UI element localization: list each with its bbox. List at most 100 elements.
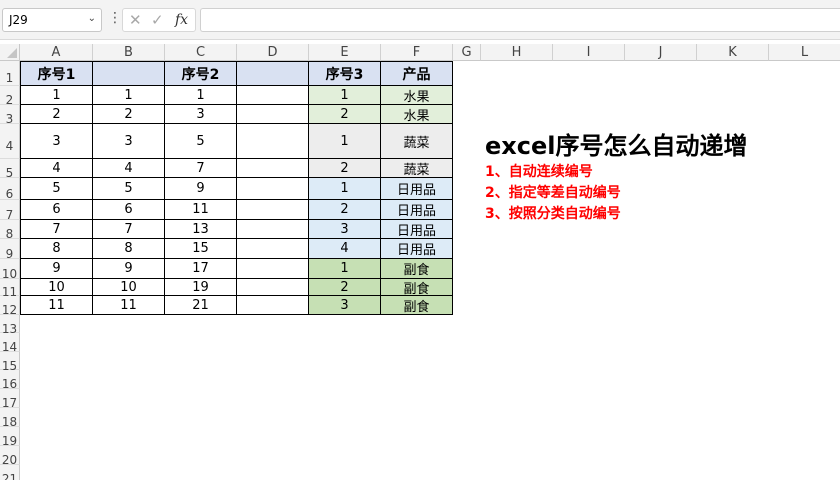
column-header-c[interactable]: C: [165, 44, 237, 61]
column-header-a[interactable]: A: [20, 44, 93, 61]
cell-c4[interactable]: 5: [165, 124, 237, 159]
select-all-corner[interactable]: [0, 44, 20, 61]
cell-c8[interactable]: 13: [165, 220, 237, 239]
cell-f9[interactable]: 日用品: [381, 239, 453, 259]
column-header-e[interactable]: E: [309, 44, 381, 61]
cell-a9[interactable]: 8: [20, 239, 93, 259]
enter-icon[interactable]: ✓: [151, 11, 164, 29]
cell-f7[interactable]: 日用品: [381, 200, 453, 220]
cell-e11[interactable]: 2: [309, 279, 381, 296]
cell-f1[interactable]: 产品: [381, 61, 453, 86]
cell-e2[interactable]: 1: [309, 86, 381, 105]
cell-d4[interactable]: [237, 124, 309, 159]
insert-function-icon[interactable]: fx: [175, 12, 188, 28]
row-header-19[interactable]: 19: [0, 427, 20, 448]
cell-b2[interactable]: 1: [93, 86, 165, 105]
column-header-g[interactable]: G: [453, 44, 481, 61]
cell-e9[interactable]: 4: [309, 239, 381, 259]
cell-b11[interactable]: 10: [93, 279, 165, 296]
cell-f4[interactable]: 蔬菜: [381, 124, 453, 159]
column-header-b[interactable]: B: [93, 44, 165, 61]
cell-f5[interactable]: 蔬菜: [381, 159, 453, 178]
column-header-f[interactable]: F: [381, 44, 453, 61]
column-header-k[interactable]: K: [697, 44, 769, 61]
cell-b12[interactable]: 11: [93, 296, 165, 315]
cell-e8[interactable]: 3: [309, 220, 381, 239]
row-header-9[interactable]: 9: [0, 239, 20, 261]
cell-b7[interactable]: 6: [93, 200, 165, 220]
cell-c10[interactable]: 17: [165, 259, 237, 279]
row-header-13[interactable]: 13: [0, 315, 20, 336]
cell-f8[interactable]: 日用品: [381, 220, 453, 239]
cell-f12[interactable]: 副食: [381, 296, 453, 315]
cell-a4[interactable]: 3: [20, 124, 93, 159]
row-header-6[interactable]: 6: [0, 178, 20, 201]
cell-e3[interactable]: 2: [309, 105, 381, 124]
cell-a11[interactable]: 10: [20, 279, 93, 296]
chevron-down-icon[interactable]: ⌄: [88, 13, 96, 24]
row-header-18[interactable]: 18: [0, 408, 20, 429]
column-header-l[interactable]: L: [769, 44, 840, 61]
row-header-11[interactable]: 11: [0, 279, 20, 299]
row-header-2[interactable]: 2: [0, 86, 20, 107]
cancel-icon[interactable]: ✕: [129, 11, 142, 29]
cell-a2[interactable]: 1: [20, 86, 93, 105]
row-header-4[interactable]: 4: [0, 124, 20, 159]
cell-f2[interactable]: 水果: [381, 86, 453, 105]
row-header-1[interactable]: 1: [0, 61, 20, 86]
cell-d8[interactable]: [237, 220, 309, 239]
row-header-20[interactable]: 20: [0, 446, 20, 467]
row-header-17[interactable]: 17: [0, 389, 20, 410]
column-header-d[interactable]: D: [237, 44, 309, 61]
cell-e4[interactable]: 1: [309, 124, 381, 159]
row-header-8[interactable]: 8: [0, 220, 20, 241]
row-header-14[interactable]: 14: [0, 333, 20, 354]
cell-d12[interactable]: [237, 296, 309, 315]
cell-a1[interactable]: 序号1: [20, 61, 93, 86]
row-header-21[interactable]: 21: [0, 465, 20, 480]
cell-c7[interactable]: 11: [165, 200, 237, 220]
cell-e10[interactable]: 1: [309, 259, 381, 279]
row-header-3[interactable]: 3: [0, 105, 20, 126]
name-box[interactable]: J29 ⌄: [2, 8, 102, 32]
cell-e5[interactable]: 2: [309, 159, 381, 178]
row-header-16[interactable]: 16: [0, 370, 20, 391]
row-header-7[interactable]: 7: [0, 200, 20, 222]
column-header-h[interactable]: H: [481, 44, 553, 61]
cell-b1[interactable]: [93, 61, 165, 86]
column-header-i[interactable]: I: [553, 44, 625, 61]
cell-f11[interactable]: 副食: [381, 279, 453, 297]
cell-e12[interactable]: 3: [309, 296, 381, 315]
cell-e7[interactable]: 2: [309, 200, 381, 220]
cell-c2[interactable]: 1: [165, 86, 237, 105]
cell-f6[interactable]: 日用品: [381, 178, 453, 200]
cell-b8[interactable]: 7: [93, 220, 165, 239]
cell-c11[interactable]: 19: [165, 279, 237, 296]
cell-d10[interactable]: [237, 259, 309, 279]
cell-c6[interactable]: 9: [165, 178, 237, 200]
cell-d2[interactable]: [237, 86, 309, 105]
cell-a12[interactable]: 11: [20, 296, 93, 315]
formula-input[interactable]: [200, 8, 840, 32]
row-header-12[interactable]: 12: [0, 296, 20, 317]
cell-d7[interactable]: [237, 200, 309, 220]
cell-d6[interactable]: [237, 178, 309, 200]
row-header-10[interactable]: 10: [0, 259, 20, 281]
cell-c9[interactable]: 15: [165, 239, 237, 259]
cell-a6[interactable]: 5: [20, 178, 93, 200]
cell-d11[interactable]: [237, 279, 309, 296]
cell-d9[interactable]: [237, 239, 309, 259]
row-header-15[interactable]: 15: [0, 352, 20, 373]
cell-b4[interactable]: 3: [93, 124, 165, 159]
cell-f10[interactable]: 副食: [381, 259, 453, 279]
cell-b6[interactable]: 5: [93, 178, 165, 200]
cell-a8[interactable]: 7: [20, 220, 93, 239]
cell-c1[interactable]: 序号2: [165, 61, 237, 86]
cell-b10[interactable]: 9: [93, 259, 165, 279]
cell-d3[interactable]: [237, 105, 309, 124]
cell-f3[interactable]: 水果: [381, 105, 453, 124]
cell-a5[interactable]: 4: [20, 159, 93, 178]
cell-d5[interactable]: [237, 159, 309, 178]
cell-e1[interactable]: 序号3: [309, 61, 381, 86]
row-header-5[interactable]: 5: [0, 159, 20, 180]
